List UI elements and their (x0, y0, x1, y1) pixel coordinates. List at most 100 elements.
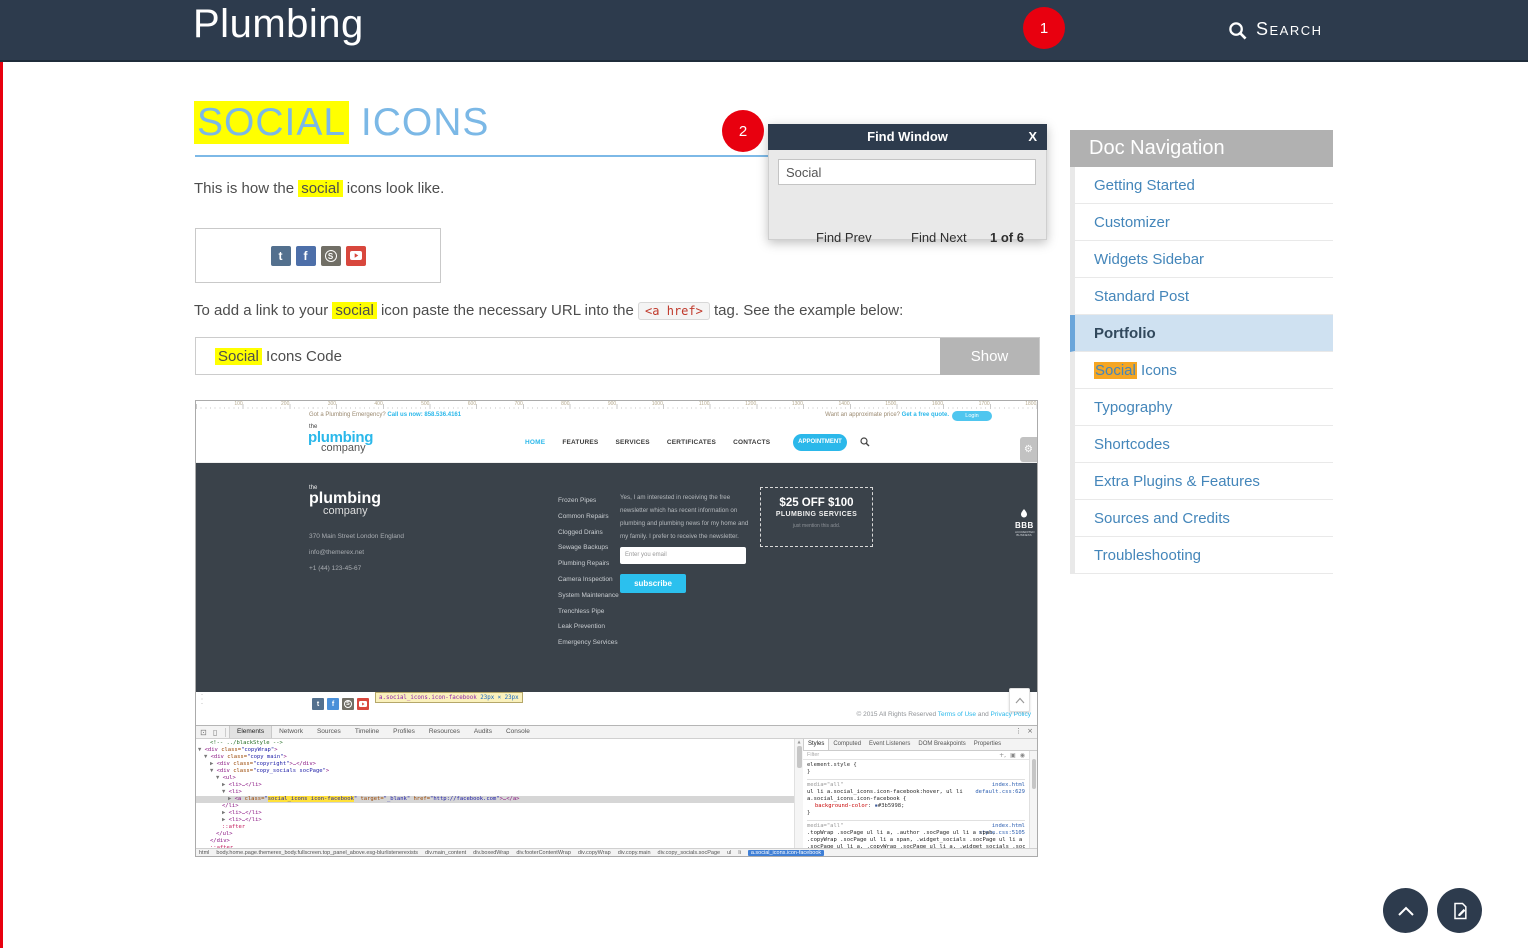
styles-filter-icon: +, (999, 751, 1006, 760)
find-next-button[interactable]: Find Next (911, 230, 967, 245)
footer-address: 370 Main Street London England (309, 529, 404, 545)
screenshot-horizontal-ruler: 1002003004005006007008009001000110012001… (196, 401, 1037, 409)
site-search-icon (860, 437, 870, 447)
footer-service-item: Sewage Backups (558, 544, 619, 560)
ruler-number: 1200 (710, 401, 757, 408)
ruler-number: 900 (570, 401, 617, 408)
elements-tree-line: ▼ <li> (196, 789, 794, 796)
sidebar-item-widgets-sidebar[interactable]: Widgets Sidebar (1070, 241, 1333, 278)
find-window-titlebar[interactable]: Find Window X (768, 124, 1047, 150)
footer-service-item: Leak Prevention (558, 623, 619, 639)
free-quote-link: Get a free quote. (902, 412, 949, 418)
ruler-number: 1400 (803, 401, 850, 408)
elements-scrollbar: ▲ (794, 739, 803, 848)
sidebar-item-sources-credits[interactable]: Sources and Credits (1070, 500, 1333, 537)
ruler-number: 1500 (850, 401, 897, 408)
copyright-text: © 2015 All Rights Reserved Terms of Use … (856, 704, 1031, 725)
link-paragraph: To add a link to your social icon paste … (194, 302, 903, 319)
inspect-tooltip: a.social_icons.icon-facebook 23px × 23px (375, 692, 523, 703)
skype-icon[interactable]: S (321, 246, 341, 266)
href-code-chip: <a href> (638, 302, 710, 320)
breadcrumb-item: div.main_content (425, 850, 466, 856)
breadcrumb-item: li (738, 850, 740, 856)
find-prev-button[interactable]: Find Prev (816, 230, 872, 245)
breadcrumb-item: a.social_icons.icon-facebook (748, 850, 824, 856)
sidebar-item-customizer[interactable]: Customizer (1070, 204, 1333, 241)
footer-service-item: Camera Inspection (558, 576, 619, 592)
sidebar-item-typography[interactable]: Typography (1070, 389, 1333, 426)
find-window-body: Find Prev Find Next 1 of 6 (768, 150, 1047, 240)
sidebar-item-troubleshooting[interactable]: Troubleshooting (1070, 537, 1333, 574)
styles-filter-icon: ▣ (1010, 751, 1016, 760)
page: Plumbing Search 1 SOCIAL ICONS This is h… (0, 0, 1528, 948)
styles-rule-line: } (807, 810, 1025, 817)
footer-youtube-play-glyph (359, 701, 367, 707)
ruler-number: 400 (336, 401, 383, 408)
elements-tree-line: ▶ <div class="copyright">…</div> (196, 761, 794, 768)
elements-tree: <!-- ../blackStyle -->▼ <div class="copy… (196, 739, 794, 848)
search-icon[interactable] (1228, 21, 1247, 40)
show-button[interactable]: Show (940, 338, 1039, 375)
ruler-number: 200 (243, 401, 290, 408)
screenshot-topbar: Got a Plumbing Emergency? Call us now: 8… (196, 409, 1037, 422)
example-screenshot: 1002003004005006007008009001000110012001… (195, 400, 1038, 857)
sidebar-item-extra-plugins[interactable]: Extra Plugins & Features (1070, 463, 1333, 500)
breadcrumb-item: div.footerContentWrap (516, 850, 571, 856)
elements-tree-line: ▼ <div class="copyWrap"> (196, 747, 794, 754)
accordion-label-rest: Icons Code (262, 348, 342, 365)
sidebar-item-getting-started[interactable]: Getting Started (1070, 167, 1333, 204)
social-icons-demo-box: t f S (195, 228, 441, 283)
sidebar-item-portfolio[interactable]: Portfolio (1070, 315, 1333, 352)
devtools-tab: Timeline (348, 726, 386, 738)
accordion-label: Social Icons Code (215, 338, 342, 375)
sidebar-item-standard-post[interactable]: Standard Post (1070, 278, 1333, 315)
devtools-close-icon: × (1027, 727, 1033, 735)
find-input[interactable] (778, 159, 1036, 185)
styles-tab: Computed (829, 739, 865, 750)
bbb-logo: BBB ACCREDITED BUSINESS (1015, 506, 1033, 537)
devtools-panel: ⊡ ▯ ElementsNetworkSourcesTimelineProfil… (196, 725, 1037, 857)
site-title[interactable]: Plumbing (193, 2, 364, 47)
find-window: Find Window X Find Prev Find Next 1 of 6 (768, 124, 1047, 240)
annotation-badge-2: 2 (722, 110, 764, 152)
bbb-text: BBB (1015, 522, 1033, 530)
elements-tree-line: ▶ <a class="social_icons icon-facebook" … (196, 796, 794, 803)
close-icon[interactable]: X (1028, 124, 1037, 150)
link-post: tag. See the example below: (710, 302, 903, 319)
styles-rules: element.style {}index.htmlmedia="all"def… (803, 760, 1029, 848)
ruler-number: 800 (523, 401, 570, 408)
youtube-icon[interactable] (346, 246, 366, 266)
privacy-link: Privacy Policy (991, 711, 1031, 718)
sidebar-item-shortcodes[interactable]: Shortcodes (1070, 426, 1333, 463)
breadcrumb-item: body.home.page.themerex_body.fullscreen.… (216, 850, 418, 856)
gear-icon: ⚙ (1020, 437, 1037, 462)
footer-tumblr-icon: t (312, 698, 324, 710)
youtube-play-glyph (350, 251, 362, 260)
styles-scrollbar (1029, 751, 1037, 848)
newsletter-email-input: Enter you email (620, 547, 746, 564)
emergency-pre: Got a Plumbing Emergency? (309, 412, 387, 418)
breadcrumb-item: div.boxedWrap (473, 850, 509, 856)
styles-rule-line: element.style { (807, 762, 1025, 769)
styles-rule-line: default.css:629ul li a.social_icons.icon… (807, 789, 1025, 796)
copyright-pre: © 2015 All Rights Reserved (856, 711, 937, 718)
styles-tab: Properties (970, 739, 1005, 750)
elements-tree-line: ::after (196, 824, 794, 831)
edit-page-button[interactable] (1437, 888, 1482, 933)
sidebar-social-rest: Icons (1137, 362, 1177, 379)
bbb-subtext: ACCREDITED BUSINESS (1015, 531, 1033, 537)
intro-pre: This is how the (194, 180, 298, 197)
footer-service-item: Plumbing Repairs (558, 560, 619, 576)
subscribe-button: subscribe (620, 574, 686, 593)
ruler-number: 1700 (943, 401, 990, 408)
find-match-count: 1 of 6 (990, 230, 1024, 245)
breadcrumb-item: div.copyWrap (578, 850, 611, 856)
search-link[interactable]: Search (1256, 19, 1323, 40)
sidebar-item-social-icons[interactable]: Social Icons (1070, 352, 1333, 389)
tumblr-icon[interactable]: t (271, 246, 291, 266)
facebook-icon[interactable]: f (296, 246, 316, 266)
toolbar-divider (225, 728, 226, 737)
scroll-to-top-button[interactable] (1383, 888, 1428, 933)
call-now-link: Call us now: 858.536.4161 (387, 412, 461, 418)
footer-logo-sub: company (323, 506, 381, 517)
